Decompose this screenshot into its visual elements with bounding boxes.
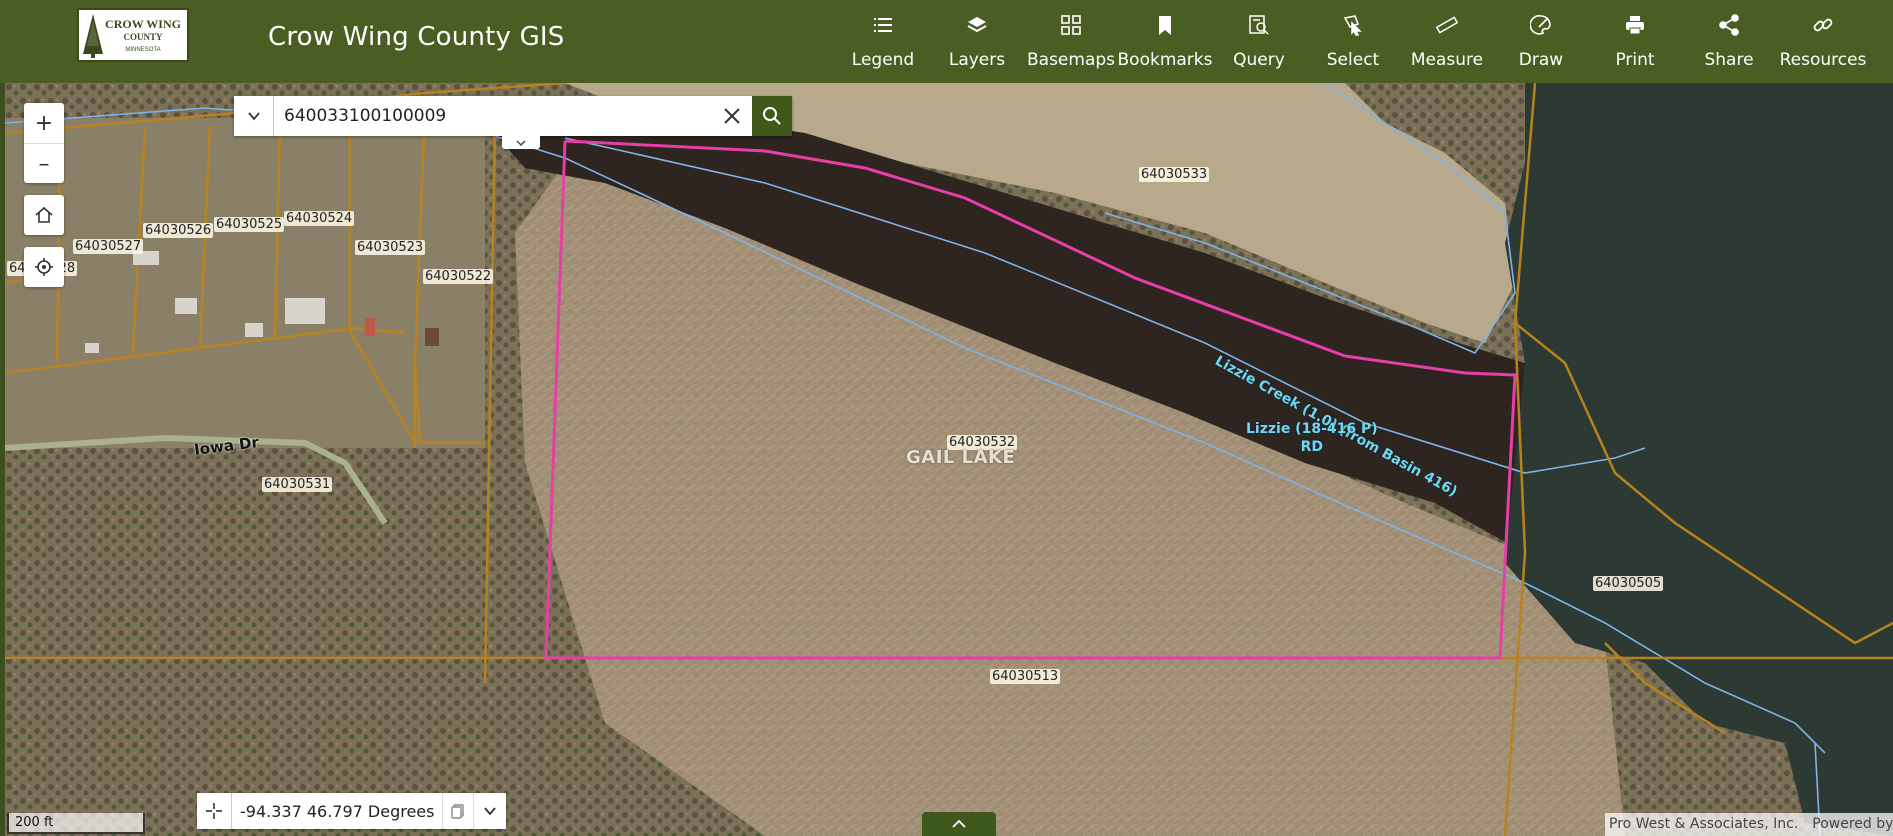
lake-label: GAIL LAKE <box>906 447 1016 468</box>
printer-icon <box>1626 16 1644 35</box>
zoom-out-button[interactable]: – <box>24 143 64 184</box>
search-icon <box>763 107 781 125</box>
home-button[interactable] <box>24 195 64 235</box>
search-source-dropdown[interactable] <box>234 96 274 136</box>
lizzie-label-line1: Lizzie (18-416 P) <box>1246 421 1378 437</box>
search-button[interactable] <box>752 96 792 136</box>
coordinate-widget: -94.337 46.797 Degrees <box>197 793 507 829</box>
chevron-down-icon <box>247 112 260 121</box>
scale-bar: 200 ft <box>7 813 145 834</box>
layers-button[interactable]: Layers <box>930 0 1024 83</box>
layers-label: Layers <box>948 50 1006 70</box>
draw-label: Draw <box>1518 50 1564 70</box>
parcel-label: 64030522 <box>423 269 494 284</box>
parcel-label: 64030524 <box>284 211 355 226</box>
attribution: Pro West & Associates, Inc. Powered by E <box>1605 813 1893 836</box>
parcel-label: 64030523 <box>355 240 426 255</box>
home-icon <box>35 206 53 223</box>
share-icon <box>1719 14 1739 36</box>
logo-line2: COUNTY <box>123 32 163 42</box>
list-icon <box>874 18 892 32</box>
query-label: Query <box>1233 50 1285 70</box>
search-input[interactable] <box>274 96 712 136</box>
crosshair-icon <box>35 258 53 276</box>
zoom-control: + – <box>24 103 64 183</box>
search-expand-tab[interactable] <box>502 136 540 149</box>
toolbar: Legend Layers Basemaps Bookmarks Query S… <box>836 0 1870 83</box>
chevron-up-icon <box>952 819 966 828</box>
bookmarks-button[interactable]: Bookmarks <box>1117 0 1213 83</box>
draw-button[interactable]: Draw <box>1494 0 1588 83</box>
share-button[interactable]: Share <box>1682 0 1776 83</box>
select-icon <box>1343 15 1362 36</box>
pine-tree-icon: CROW WING COUNTY MINNESOTA <box>83 14 181 58</box>
ruler-icon <box>1436 16 1458 34</box>
attribution-source[interactable]: Pro West & Associates, Inc. <box>1609 816 1798 832</box>
parcel-label: 64030527 <box>73 239 144 254</box>
layers-icon <box>967 17 987 33</box>
legend-label: Legend <box>851 50 915 70</box>
parcel-label: 64030526 <box>143 223 214 238</box>
grid-icon <box>1061 15 1081 35</box>
print-label: Print <box>1615 50 1655 70</box>
select-button[interactable]: Select <box>1306 0 1400 83</box>
zoom-in-button[interactable]: + <box>24 103 64 143</box>
chevron-down-icon <box>484 807 497 816</box>
resources-button[interactable]: Resources <box>1776 0 1870 83</box>
parcel-label: 64030531 <box>262 477 333 492</box>
attribution-powered[interactable]: Powered by E <box>1812 816 1893 832</box>
query-button[interactable]: Query <box>1212 0 1306 83</box>
measure-label: Measure <box>1410 50 1484 70</box>
lizzie-label: Lizzie (18-416 P) RD <box>1246 420 1378 456</box>
expand-panel-tab[interactable] <box>922 812 996 836</box>
parcel-label: 64030533 <box>1139 167 1210 182</box>
app-header: CROW WING COUNTY MINNESOTA Crow Wing Cou… <box>0 0 1893 83</box>
basemaps-button[interactable]: Basemaps <box>1024 0 1118 83</box>
resources-label: Resources <box>1779 50 1867 70</box>
copy-coordinates-button[interactable] <box>442 793 473 829</box>
chevron-down-icon <box>516 139 526 146</box>
bookmarks-label: Bookmarks <box>1117 50 1213 70</box>
lizzie-label-line2: RD <box>1300 439 1324 455</box>
coordinate-readout: -94.337 46.797 Degrees <box>240 801 435 821</box>
coordinate-picker-button[interactable] <box>197 793 232 829</box>
close-icon <box>724 108 740 124</box>
print-button[interactable]: Print <box>1588 0 1682 83</box>
app-title: Crow Wing County GIS <box>268 22 565 52</box>
parcel-label: 64030505 <box>1593 576 1664 591</box>
query-icon <box>1249 15 1269 35</box>
logo-line1: CROW WING <box>105 17 181 31</box>
crosshair-icon <box>206 803 222 819</box>
clear-search-button[interactable] <box>712 96 752 136</box>
county-logo[interactable]: CROW WING COUNTY MINNESOTA <box>77 8 189 62</box>
measure-button[interactable]: Measure <box>1400 0 1494 83</box>
locate-button[interactable] <box>24 247 64 287</box>
copy-icon <box>451 804 465 819</box>
search-bar <box>234 96 792 136</box>
share-label: Share <box>1704 50 1754 70</box>
link-icon <box>1813 18 1833 32</box>
parcel-label: 64030513 <box>990 669 1061 684</box>
bookmark-icon <box>1159 16 1171 35</box>
parcel-label: 64030525 <box>214 217 285 232</box>
logo-line3: MINNESOTA <box>125 47 160 53</box>
palette-icon <box>1530 15 1551 35</box>
basemaps-label: Basemaps <box>1026 50 1116 70</box>
legend-button[interactable]: Legend <box>836 0 930 83</box>
select-label: Select <box>1326 50 1380 70</box>
coordinate-format-dropdown[interactable] <box>473 793 506 829</box>
